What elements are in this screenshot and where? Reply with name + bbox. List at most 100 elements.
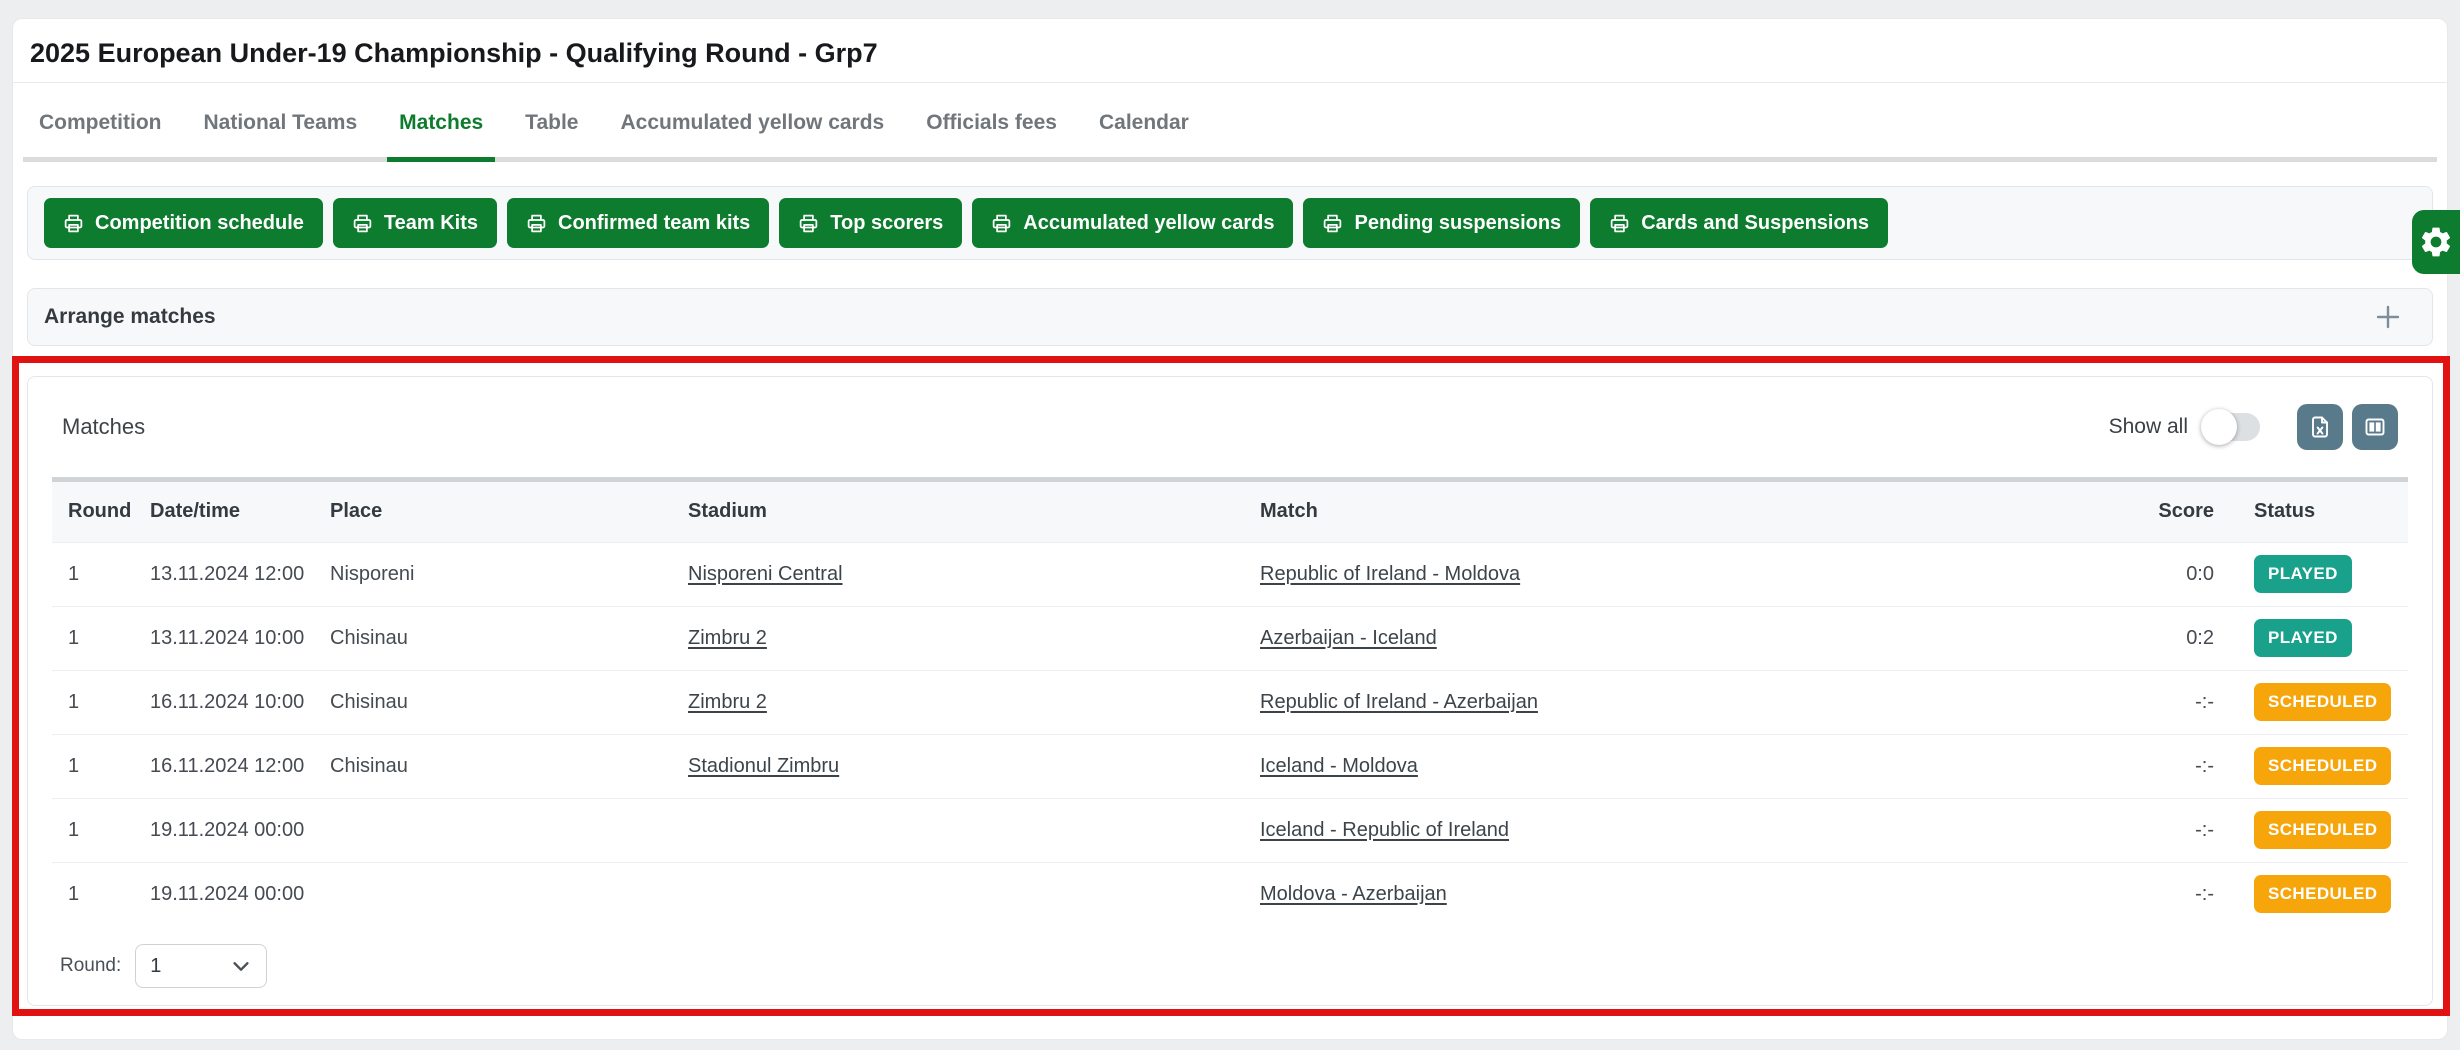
col-stadium: Stadium (680, 482, 1252, 542)
tab-calendar[interactable]: Calendar (1097, 111, 1191, 157)
print-button-top-scorers[interactable]: Top scorers (779, 198, 962, 248)
cell-round: 1 (52, 606, 142, 670)
matches-panel-header: Matches Show all (28, 377, 2432, 477)
stadium-link[interactable]: Zimbru 2 (688, 691, 767, 713)
tab-label: Calendar (1099, 111, 1189, 134)
print-button-cards-and-suspensions[interactable]: Cards and Suspensions (1590, 198, 1888, 248)
tab-label: Competition (39, 111, 161, 134)
print-icon (1609, 213, 1630, 234)
matches-table: Round Date/time Place Stadium Match Scor… (52, 482, 2408, 926)
print-button-label: Team Kits (384, 212, 478, 235)
round-select-value: 1 (150, 955, 161, 978)
columns-view-button[interactable] (2352, 404, 2398, 450)
table-row: 1 13.11.2024 10:00 Chisinau Zimbru 2 Aze… (52, 606, 2408, 670)
matches-panel: Matches Show all (27, 376, 2433, 1006)
print-icon (991, 213, 1012, 234)
cell-place (322, 862, 680, 926)
tab-label: Table (525, 111, 578, 134)
print-button-label: Accumulated yellow cards (1023, 212, 1274, 235)
print-button-team-kits[interactable]: Team Kits (333, 198, 497, 248)
tab-competition[interactable]: Competition (37, 111, 163, 157)
cell-round: 1 (52, 798, 142, 862)
cell-place: Chisinau (322, 606, 680, 670)
match-link[interactable]: Moldova - Azerbaijan (1260, 883, 1447, 905)
matches-table-wrap: Round Date/time Place Stadium Match Scor… (52, 477, 2408, 926)
page-title: 2025 European Under-19 Championship - Qu… (30, 37, 2447, 69)
cell-status: SCHEDULED (2238, 734, 2408, 798)
matches-footer: Round: 1 (60, 944, 2432, 988)
table-row: 1 16.11.2024 10:00 Chisinau Zimbru 2 Rep… (52, 670, 2408, 734)
cell-status: PLAYED (2238, 542, 2408, 606)
cell-match: Iceland - Moldova (1252, 734, 2148, 798)
arrange-matches-panel[interactable]: Arrange matches (27, 288, 2433, 346)
print-button-accumulated-yellow-cards[interactable]: Accumulated yellow cards (972, 198, 1293, 248)
cell-place: Chisinau (322, 670, 680, 734)
export-excel-button[interactable] (2297, 404, 2343, 450)
tab-officials-fees[interactable]: Officials fees (924, 111, 1059, 157)
tab-table[interactable]: Table (523, 111, 580, 157)
status-badge: PLAYED (2254, 619, 2352, 657)
col-score: Score (2148, 482, 2238, 542)
print-icon (526, 213, 547, 234)
cell-stadium (680, 862, 1252, 926)
cell-datetime: 19.11.2024 00:00 (142, 798, 322, 862)
cell-datetime: 19.11.2024 00:00 (142, 862, 322, 926)
round-select[interactable]: 1 (135, 944, 267, 988)
cell-match: Republic of Ireland - Moldova (1252, 542, 2148, 606)
show-all-toggle[interactable] (2204, 413, 2260, 441)
table-header-row: Round Date/time Place Stadium Match Scor… (52, 482, 2408, 542)
stadium-link[interactable]: Zimbru 2 (688, 627, 767, 649)
match-link[interactable]: Azerbaijan - Iceland (1260, 627, 1437, 649)
cell-score: -:- (2148, 798, 2238, 862)
print-button-label: Confirmed team kits (558, 212, 750, 235)
tab-matches[interactable]: Matches (397, 111, 485, 157)
tab-national-teams[interactable]: National Teams (201, 111, 359, 157)
cell-match: Moldova - Azerbaijan (1252, 862, 2148, 926)
cell-datetime: 16.11.2024 10:00 (142, 670, 322, 734)
cell-stadium: Zimbru 2 (680, 670, 1252, 734)
stadium-link[interactable]: Stadionul Zimbru (688, 755, 839, 777)
status-badge: SCHEDULED (2254, 683, 2391, 721)
print-icon (1322, 213, 1343, 234)
status-badge: SCHEDULED (2254, 811, 2391, 849)
tab-label: Officials fees (926, 111, 1057, 134)
cell-place (322, 798, 680, 862)
cell-place: Nisporeni (322, 542, 680, 606)
toggle-knob[interactable] (2201, 409, 2237, 445)
cell-stadium: Nisporeni Central (680, 542, 1252, 606)
print-button-label: Top scorers (830, 212, 943, 235)
status-badge: SCHEDULED (2254, 747, 2391, 785)
match-link[interactable]: Republic of Ireland - Azerbaijan (1260, 691, 1538, 713)
print-icon (798, 213, 819, 234)
show-all-label: Show all (2109, 415, 2188, 439)
match-link[interactable]: Republic of Ireland - Moldova (1260, 563, 1520, 585)
cell-round: 1 (52, 734, 142, 798)
cell-score: -:- (2148, 862, 2238, 926)
plus-icon[interactable] (2374, 303, 2402, 331)
cell-round: 1 (52, 862, 142, 926)
cell-match: Republic of Ireland - Azerbaijan (1252, 670, 2148, 734)
table-row: 1 19.11.2024 00:00 Iceland - Republic of… (52, 798, 2408, 862)
col-round: Round (52, 482, 142, 542)
tab-label: Matches (399, 111, 483, 134)
print-button-competition-schedule[interactable]: Competition schedule (44, 198, 323, 248)
cell-score: -:- (2148, 670, 2238, 734)
settings-button[interactable] (2412, 210, 2460, 274)
cell-stadium: Stadionul Zimbru (680, 734, 1252, 798)
chevron-down-icon (230, 955, 252, 977)
cell-status: SCHEDULED (2238, 670, 2408, 734)
status-badge: PLAYED (2254, 555, 2352, 593)
stadium-link[interactable]: Nisporeni Central (688, 563, 843, 585)
round-filter-label: Round: (60, 955, 121, 977)
table-row: 1 19.11.2024 00:00 Moldova - Azerbaijan … (52, 862, 2408, 926)
match-link[interactable]: Iceland - Republic of Ireland (1260, 819, 1509, 841)
print-button-pending-suspensions[interactable]: Pending suspensions (1303, 198, 1580, 248)
cell-score: 0:2 (2148, 606, 2238, 670)
table-row: 1 16.11.2024 12:00 Chisinau Stadionul Zi… (52, 734, 2408, 798)
cell-score: -:- (2148, 734, 2238, 798)
tab-accumulated-yellow-cards[interactable]: Accumulated yellow cards (618, 111, 886, 157)
match-link[interactable]: Iceland - Moldova (1260, 755, 1418, 777)
cell-stadium: Zimbru 2 (680, 606, 1252, 670)
print-button-confirmed-team-kits[interactable]: Confirmed team kits (507, 198, 769, 248)
cell-place: Chisinau (322, 734, 680, 798)
